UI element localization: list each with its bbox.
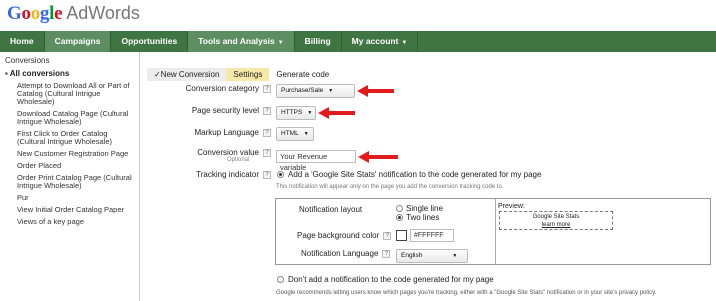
markup-language-value: HTML [281,130,299,137]
markup-language-label: Markup Language? [140,128,271,137]
tab-campaigns[interactable]: Campaigns [44,31,112,52]
tracking-no-notification-radio[interactable] [277,276,284,283]
tab-opportunities[interactable]: Opportunities [111,31,189,52]
page-bg-color-input[interactable]: #FFFFFF [410,229,454,242]
step-new-conversion[interactable]: ✓New Conversion [147,68,227,81]
conversion-category-label-text: Conversion category [185,84,259,93]
markup-language-label-text: Markup Language [194,128,260,137]
two-lines-label: Two lines [406,213,440,222]
color-swatch[interactable] [396,230,407,241]
adwords-wordmark: AdWords [66,3,140,23]
sidebar-item[interactable]: New Customer Registration Page [0,150,139,158]
sidebar-item[interactable]: View Initial Order Catalog Paper [0,206,139,214]
single-line-radio[interactable] [396,205,403,212]
red-arrow-icon [318,107,355,119]
sidebar-item-all-conversions[interactable]: ▪ All conversions [0,69,139,78]
checkmark-icon: ✓ [154,70,161,79]
tab-tools-and-analysis[interactable]: Tools and Analysis ▼ [188,31,295,52]
main-nav: Home Campaigns Opportunities Tools and A… [0,31,716,52]
tracking-add-notification-label: Add a 'Google Site Stats' notification t… [288,170,542,179]
sidebar-item[interactable]: Order Print Catalog Page (Cultural Intri… [0,174,139,190]
dropdown-arrow-icon: ▼ [307,110,313,116]
tracking-indicator-label: Tracking indicator? [140,170,271,179]
tab-home[interactable]: Home [0,31,45,52]
page-security-label: Page security level? [140,106,271,115]
tracking-note: This notification will appear only on th… [276,184,504,190]
help-icon[interactable]: ? [263,128,271,137]
google-adwords-logo: Google AdWords [7,3,140,25]
preview-label: Preview: [498,203,525,210]
sidebar-item[interactable]: Order Placed [0,162,139,170]
step-settings: Settings [226,68,270,81]
dropdown-arrow-icon: ▼ [303,131,309,137]
conversion-value-label-text: Conversion value [197,148,259,157]
tab-billing-label: Billing [304,36,331,46]
tab-my-account-label: My account [351,36,399,46]
sidebar-item[interactable]: Attempt to Download All or Part of Catal… [0,82,139,106]
help-icon[interactable]: ? [263,170,271,179]
tab-opportunities-label: Opportunities [121,36,178,46]
sidebar: Conversions ▪ All conversions Attempt to… [0,52,140,301]
page-bg-color-label-text: Page background color [297,231,380,240]
step-new-conversion-label: New Conversion [160,70,220,79]
conversion-category-value: Purchase/Sale [281,87,324,94]
tracking-indicator-label-text: Tracking indicator [196,170,259,179]
caret-down-icon: ▼ [401,40,408,46]
triangle-down-icon: ▪ [5,69,8,78]
preview-learn-more-link[interactable]: learn more [500,221,612,229]
sidebar-item[interactable]: Download Catalog Page (Cultural Intrigue… [0,110,139,126]
tracking-no-notification-label: Don't add a notification to the code gen… [288,275,494,284]
red-arrow-icon [357,85,394,97]
help-icon[interactable]: ? [263,84,271,93]
tab-billing[interactable]: Billing [295,31,342,52]
help-icon[interactable]: ? [263,106,271,115]
sidebar-item[interactable]: Views of a key page [0,218,139,226]
page-security-select[interactable]: HTTPS ▼ [276,106,316,120]
wizard-steps: ✓New Conversion Settings Generate code [147,68,337,81]
two-lines-radio[interactable] [396,214,403,221]
notification-language-value: English [401,252,423,259]
tab-campaigns-label: Campaigns [54,36,101,46]
help-icon[interactable]: ? [383,231,392,240]
tab-home-label: Home [10,36,34,46]
dropdown-arrow-icon: ▼ [452,253,458,259]
notification-language-label-text: Notification Language [301,249,379,258]
red-arrow-icon [358,151,398,163]
tracking-add-notification-radio[interactable] [277,171,284,178]
panel-divider [495,199,496,264]
conversion-category-label: Conversion category? [140,84,271,93]
tab-tools-label: Tools and Analysis [198,36,275,46]
preview-title: Google Site Stats [532,214,580,220]
notification-language-label: Notification Language? [301,249,391,258]
markup-language-select[interactable]: HTML ▼ [276,127,314,141]
caret-down-icon: ▼ [277,40,284,46]
notification-layout-label: Notification layout [299,205,363,214]
help-icon[interactable]: ? [263,148,271,157]
page-security-value: HTTPS [281,109,303,116]
notification-language-select[interactable]: English ▼ [396,249,468,263]
page-bg-color-label: Page background color? [297,231,392,240]
footer-recommendation: Google recommends letting users know whi… [276,290,657,296]
sidebar-title: Conversions [5,56,50,65]
step-generate-code: Generate code [269,68,337,81]
sidebar-all-label: All conversions [9,69,70,78]
google-logo: Google [7,3,63,24]
site-stats-preview: Google Site Stats learn more [499,211,613,230]
page-security-label-text: Page security level [191,106,259,115]
conversion-category-select[interactable]: Purchase/Sale ▼ [276,84,355,98]
optional-label: Optional [227,157,250,163]
sidebar-item[interactable]: Pur [0,194,139,202]
single-line-label: Single line [406,204,443,213]
help-icon[interactable]: ? [382,249,391,258]
conversion-value-label: Conversion value? [140,148,271,157]
dropdown-arrow-icon: ▼ [328,88,334,94]
tab-my-account[interactable]: My account ▼ [342,31,419,52]
conversion-value-input[interactable]: Your Revenue variable [276,150,356,172]
sidebar-item[interactable]: First Click to Order Catalog (Cultural I… [0,130,139,146]
